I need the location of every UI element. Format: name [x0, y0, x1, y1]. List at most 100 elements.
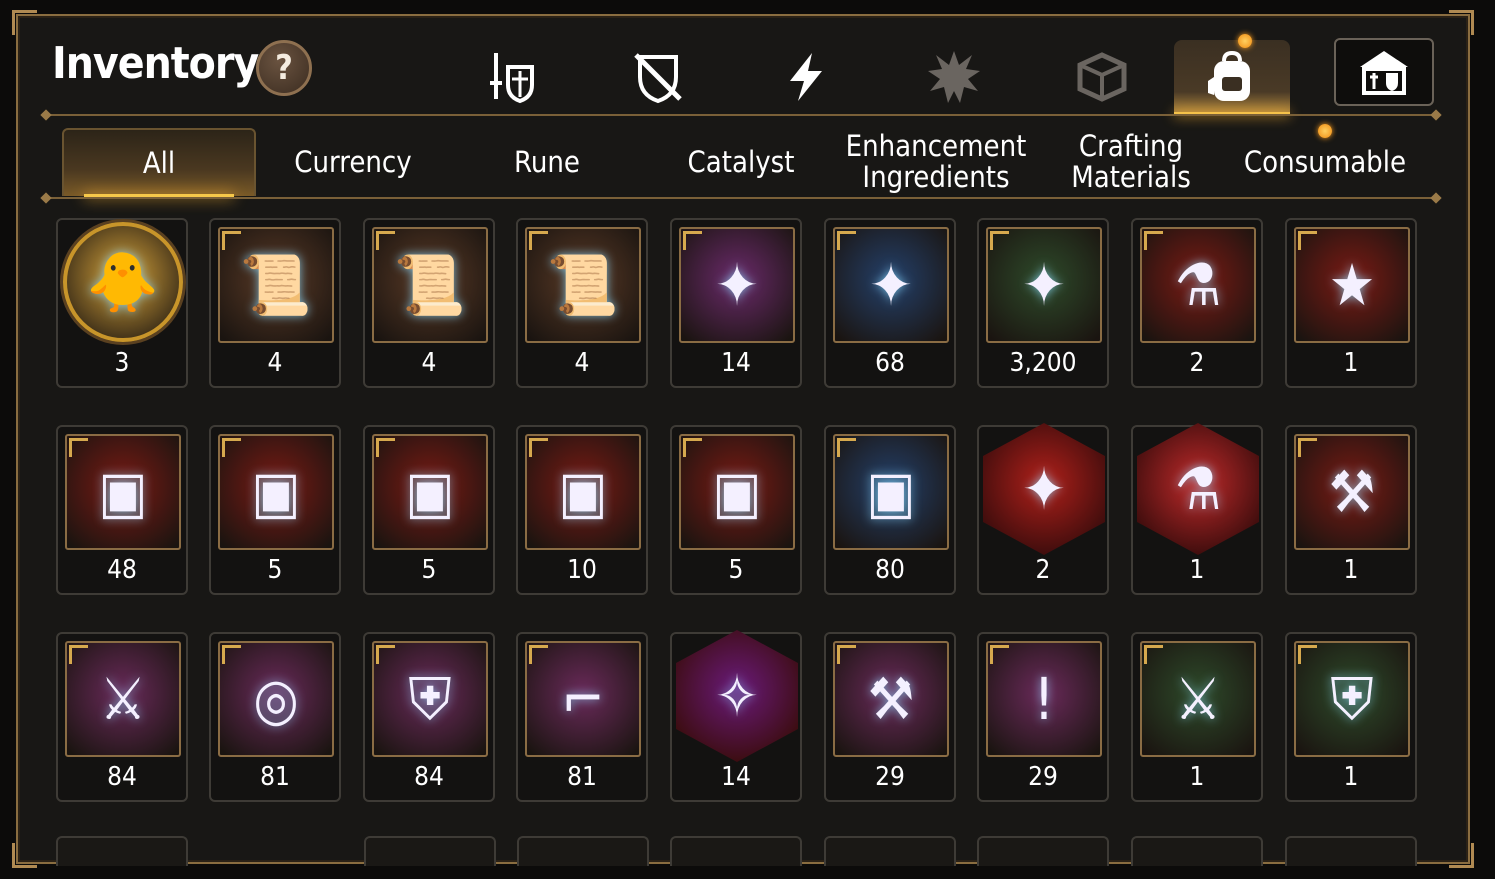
- item-slot[interactable]: ⚗ 2: [1131, 218, 1263, 388]
- item-slot[interactable]: 🐥 3: [56, 218, 188, 388]
- tab-crafting-materials[interactable]: Crafting Materials: [1034, 128, 1228, 196]
- item-glyph: ⌐: [561, 665, 605, 733]
- rarity-trim: [1144, 645, 1163, 664]
- guild-storage-button[interactable]: [1334, 38, 1434, 106]
- item-slot-partial[interactable]: [1131, 836, 1263, 866]
- item-slot[interactable]: 📜 4: [516, 218, 648, 388]
- item-slot[interactable]: ⚒ 29: [824, 632, 956, 802]
- item-slot[interactable]: ⛨ 1: [1285, 632, 1417, 802]
- item-slot[interactable]: ✧ 14: [670, 630, 802, 802]
- item-glyph: ⚗: [1174, 455, 1222, 523]
- item-quantity: 2: [1189, 348, 1205, 378]
- silver-chest-icon: ▣: [65, 434, 181, 550]
- item-glyph: 📜: [393, 250, 467, 319]
- item-slot[interactable]: ✦ 3,200: [977, 218, 1109, 388]
- tab-catalyst[interactable]: Catalyst: [644, 128, 838, 196]
- pink-potion-icon: ⚗: [1137, 423, 1259, 555]
- item-glyph: ★: [1328, 251, 1376, 319]
- purple-crystal-icon: ✦: [679, 227, 795, 343]
- item-quantity: 84: [107, 762, 137, 792]
- item-slot[interactable]: ▣ 10: [516, 425, 648, 595]
- item-slot[interactable]: ★ 1: [1285, 218, 1417, 388]
- tabs-divider: [46, 197, 1436, 199]
- item-quantity: 3: [114, 348, 130, 378]
- item-slot[interactable]: ▣ 5: [209, 425, 341, 595]
- item-glyph: ⚒: [867, 665, 915, 733]
- item-slot[interactable]: 📜 4: [363, 218, 495, 388]
- sword-shield-icon: [490, 53, 534, 104]
- tab-all[interactable]: All: [62, 128, 256, 198]
- gold-crystal-icon: ✦: [833, 227, 949, 343]
- item-quantity: 14: [721, 762, 751, 792]
- item-slot[interactable]: ! 29: [977, 632, 1109, 802]
- rarity-trim: [990, 645, 1009, 664]
- frame-corner: [1449, 10, 1474, 35]
- crossed-shield-icon: [634, 53, 682, 104]
- item-slot-partial[interactable]: [364, 836, 496, 866]
- item-glyph: ⛨: [1330, 664, 1374, 733]
- tab-rune[interactable]: Rune: [450, 128, 644, 196]
- item-slot[interactable]: ✦ 68: [824, 218, 956, 388]
- item-slot[interactable]: ⚗ 1: [1131, 423, 1263, 595]
- item-slot-partial[interactable]: [977, 836, 1109, 866]
- blue-hammer-stone-icon: ⚒: [1294, 434, 1410, 550]
- item-slot[interactable]: ◎ 81: [209, 632, 341, 802]
- item-slot[interactable]: ▣ 48: [56, 425, 188, 595]
- rarity-trim: [376, 438, 395, 457]
- tab-consumable[interactable]: Consumable: [1228, 124, 1422, 196]
- category-equipment[interactable]: [460, 40, 560, 114]
- category-material[interactable]: [1052, 40, 1152, 114]
- lightning-icon: [790, 53, 822, 101]
- tab-enhancement-ingredients[interactable]: Enhancement Ingredients: [838, 128, 1034, 196]
- tab-currency[interactable]: Currency: [256, 128, 450, 196]
- item-quantity: 4: [267, 348, 283, 378]
- item-slot[interactable]: ⚔ 84: [56, 632, 188, 802]
- item-quantity: 14: [721, 348, 751, 378]
- category-unequipped[interactable]: [608, 40, 708, 114]
- item-slot[interactable]: ▣ 5: [363, 425, 495, 595]
- item-slot[interactable]: 📜 4: [209, 218, 341, 388]
- scroll-upgrade-icon: 📜: [525, 227, 641, 343]
- item-slot-partial[interactable]: [517, 836, 649, 866]
- item-glyph: ⛨: [408, 664, 452, 733]
- item-slot-partial[interactable]: [1285, 836, 1417, 866]
- item-glyph: ✦: [1022, 455, 1066, 523]
- item-quantity: 68: [875, 348, 905, 378]
- gold-treasure-chest-icon: ▣: [679, 434, 795, 550]
- tab-label: Enhancement Ingredients: [845, 129, 1027, 194]
- red-rune-stone-icon: ✦: [983, 423, 1105, 555]
- item-slot[interactable]: ⚔ 1: [1131, 632, 1263, 802]
- rarity-trim: [222, 438, 241, 457]
- item-slot-partial[interactable]: [824, 836, 956, 866]
- frame-corner: [1449, 843, 1474, 868]
- mascot-portrait-icon: 🐥: [63, 222, 183, 342]
- rarity-trim: [1298, 645, 1317, 664]
- item-slot[interactable]: ⚒ 1: [1285, 425, 1417, 595]
- rarity-trim: [837, 645, 856, 664]
- sword-tablet-icon: ⚔: [1140, 641, 1256, 757]
- item-glyph: ◎: [253, 665, 299, 733]
- cube-crest-icon: [1077, 52, 1127, 102]
- item-slot[interactable]: ⛨ 84: [363, 632, 495, 802]
- item-slot-partial[interactable]: [670, 836, 802, 866]
- boot-rune-icon: ⌐: [525, 641, 641, 757]
- armor-rune-icon: ⛨: [372, 641, 488, 757]
- helmet-tablet-icon: ⛨: [1294, 641, 1410, 757]
- rarity-trim: [990, 231, 1009, 250]
- item-slot[interactable]: ✦ 14: [670, 218, 802, 388]
- item-glyph: ▣: [98, 458, 148, 526]
- frame-corner: [12, 843, 37, 868]
- backpack-icon: [1208, 50, 1250, 101]
- item-slot[interactable]: ▣ 5: [670, 425, 802, 595]
- item-slot[interactable]: ✦ 2: [977, 423, 1109, 595]
- item-slot[interactable]: ⌐ 81: [516, 632, 648, 802]
- rarity-trim: [837, 438, 856, 457]
- helmet-rune-icon: ◎: [218, 641, 334, 757]
- help-button[interactable]: ?: [256, 40, 312, 96]
- item-slot[interactable]: ▣ 80: [824, 425, 956, 595]
- category-exclusive[interactable]: [904, 40, 1004, 114]
- item-slot-partial[interactable]: [56, 836, 188, 866]
- item-glyph: ▣: [558, 458, 608, 526]
- category-artifact[interactable]: [756, 40, 856, 114]
- category-inventory[interactable]: [1174, 34, 1290, 116]
